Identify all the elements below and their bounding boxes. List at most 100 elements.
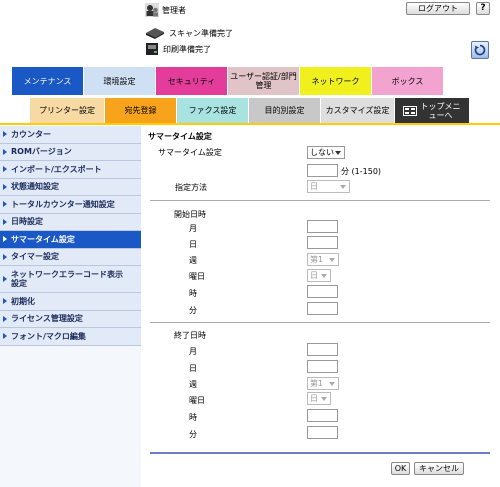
start-minute-label: 分 xyxy=(189,306,197,315)
sidebar-item-import-export[interactable]: インポート/エクスポート xyxy=(0,161,141,179)
start-weekday-label: 曜日 xyxy=(189,272,205,281)
chevron-down-icon xyxy=(329,382,335,386)
scan-status: スキャン準備完了 xyxy=(145,26,233,40)
chevron-down-icon xyxy=(321,397,327,401)
arrow-right-icon xyxy=(3,166,7,173)
start-datetime-title: 開始日時 xyxy=(174,210,206,219)
end-week-select[interactable]: 第1 xyxy=(307,377,339,390)
refresh-button[interactable] xyxy=(471,41,489,59)
start-hour-label: 時 xyxy=(189,289,197,298)
arrow-right-icon xyxy=(3,333,7,340)
end-hour-label: 時 xyxy=(189,413,197,422)
arrow-right-icon xyxy=(3,315,7,322)
sidebar-item-initialize[interactable]: 初期化 xyxy=(0,293,141,311)
end-weekday-label: 曜日 xyxy=(189,396,205,405)
arrow-right-icon xyxy=(3,131,7,138)
refresh-icon xyxy=(474,44,486,56)
sidebar-item-date-time[interactable]: 日時設定 xyxy=(0,213,141,231)
summer-time-label: サマータイム設定 xyxy=(158,148,222,157)
tab-network[interactable]: ネットワーク xyxy=(300,67,372,95)
end-day-label: 日 xyxy=(189,364,197,373)
sidebar: カウンター ROMバージョン インポート/エクスポート 状態通知設定 トータルカ… xyxy=(0,126,141,487)
footer-divider xyxy=(150,452,490,454)
minutes-range-label: 分 (1-150) xyxy=(341,167,382,176)
arrow-right-icon xyxy=(3,218,7,225)
arrow-right-icon xyxy=(3,201,7,208)
start-weekday-select[interactable]: 日 xyxy=(307,269,331,282)
header: 管理者 ログアウト ? スキャン準備完了 印刷準備完了 xyxy=(0,0,500,68)
ok-button[interactable]: OK xyxy=(391,462,410,475)
print-status-text: 印刷準備完了 xyxy=(163,44,211,54)
chevron-down-icon xyxy=(335,151,341,155)
sidebar-item-counter[interactable]: カウンター xyxy=(0,126,141,144)
chevron-down-icon xyxy=(340,185,346,189)
arrow-right-icon xyxy=(3,276,7,282)
sidebar-item-timer[interactable]: タイマー設定 xyxy=(0,248,141,266)
start-month-label: 月 xyxy=(189,224,197,233)
start-month-input[interactable] xyxy=(307,220,338,233)
top-menu-icon xyxy=(402,105,417,116)
divider xyxy=(150,322,490,323)
start-week-select[interactable]: 第1 xyxy=(307,253,339,266)
cancel-button[interactable]: キャンセル xyxy=(414,462,464,475)
printer-icon xyxy=(146,43,158,55)
arrow-right-icon xyxy=(3,183,7,190)
sidebar-item-summer-time[interactable]: サマータイム設定 xyxy=(0,231,141,249)
end-datetime-title: 終了日時 xyxy=(174,331,206,340)
end-minute-input[interactable] xyxy=(307,426,338,439)
arrow-right-icon xyxy=(3,253,7,260)
arrow-right-icon xyxy=(3,148,7,155)
tab-customize[interactable]: カスタマイズ設定 xyxy=(321,98,395,123)
logout-button[interactable]: ログアウト xyxy=(406,2,470,15)
admin-user-icon xyxy=(145,3,159,17)
offset-minutes-input[interactable] xyxy=(307,164,338,177)
method-select[interactable]: 日 xyxy=(307,180,350,193)
print-status: 印刷準備完了 xyxy=(145,42,211,56)
sidebar-item-font-macro[interactable]: フォント/マクロ編集 xyxy=(0,328,141,346)
top-menu-button[interactable]: トップメニューへ xyxy=(395,98,470,123)
end-month-input[interactable] xyxy=(307,343,338,356)
end-hour-input[interactable] xyxy=(307,409,338,422)
sidebar-item-total-counter-notify[interactable]: トータルカウンター通知設定 xyxy=(0,196,141,214)
chevron-down-icon xyxy=(329,258,335,262)
scan-status-text: スキャン準備完了 xyxy=(169,28,233,38)
end-month-label: 月 xyxy=(189,347,197,356)
tab-printer-settings[interactable]: プリンター設定 xyxy=(30,98,105,123)
chevron-down-icon xyxy=(321,274,327,278)
main-content: サマータイム設定 サマータイム設定 しない 分 (1-150) 指定方法 日 開… xyxy=(141,126,500,487)
tab-environment[interactable]: 環境設定 xyxy=(84,67,156,95)
scanner-icon xyxy=(146,28,164,39)
page-title: サマータイム設定 xyxy=(148,132,212,141)
tab-security[interactable]: セキュリティ xyxy=(156,67,228,95)
start-day-label: 日 xyxy=(189,240,197,249)
start-week-label: 週 xyxy=(189,256,197,265)
start-minute-input[interactable] xyxy=(307,302,338,315)
start-hour-input[interactable] xyxy=(307,285,338,298)
user-name: 管理者 xyxy=(162,6,186,15)
divider xyxy=(150,200,490,201)
sidebar-item-rom-version[interactable]: ROMバージョン xyxy=(0,143,141,161)
sidebar-item-network-error-code[interactable]: ネットワークエラーコード表示設定 xyxy=(0,266,141,293)
tab-purpose-settings[interactable]: 目的別設定 xyxy=(249,98,321,123)
tab-divider xyxy=(0,123,500,125)
sidebar-item-status-notify[interactable]: 状態通知設定 xyxy=(0,178,141,196)
summer-time-select[interactable]: しない xyxy=(307,146,345,159)
tab-box[interactable]: ボックス xyxy=(372,67,444,95)
end-minute-label: 分 xyxy=(189,430,197,439)
tab-address-book[interactable]: 宛先登録 xyxy=(105,98,177,123)
help-button[interactable]: ? xyxy=(476,2,490,15)
arrow-right-icon xyxy=(3,298,7,305)
tab-maintenance[interactable]: メンテナンス xyxy=(12,67,84,95)
end-week-label: 週 xyxy=(189,380,197,389)
end-day-input[interactable] xyxy=(307,360,338,373)
method-label: 指定方法 xyxy=(175,183,207,192)
sidebar-item-license[interactable]: ライセンス管理設定 xyxy=(0,310,141,328)
main-tabs: メンテナンス 環境設定 セキュリティ ユーザー認証/部門管理 ネットワーク ボッ… xyxy=(12,67,444,95)
tab-user-auth[interactable]: ユーザー認証/部門管理 xyxy=(228,67,300,95)
end-weekday-select[interactable]: 日 xyxy=(307,392,331,405)
tab-fax-settings[interactable]: ファクス設定 xyxy=(177,98,249,123)
sub-tabs: プリンター設定 宛先登録 ファクス設定 目的別設定 カスタマイズ設定 トップメニ… xyxy=(30,98,470,123)
arrow-right-icon xyxy=(3,236,7,243)
top-menu-label: トップメニューへ xyxy=(420,101,461,120)
start-day-input[interactable] xyxy=(307,236,338,249)
